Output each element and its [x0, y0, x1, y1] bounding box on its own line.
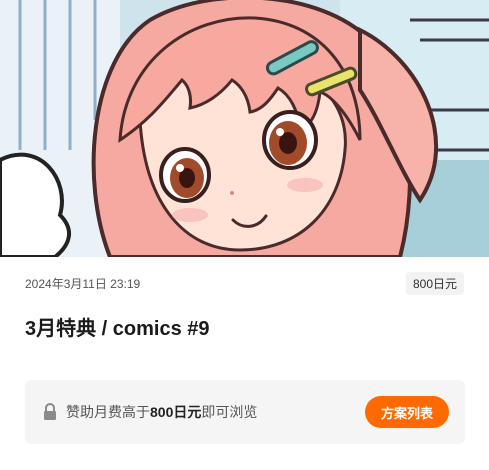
lock-icon	[43, 403, 57, 421]
post-title[interactable]: 3月特典 / comics #9	[25, 312, 210, 341]
post-date: 2024年3月11日 23:19	[25, 276, 141, 291]
paywall-text: 赞助月费高于800日元即可浏览	[66, 402, 365, 422]
post-card: 2024年3月11日 23:19 800日元 3月特典 / comics #9 …	[0, 0, 489, 470]
paywall-text-before: 赞助月费高于	[66, 404, 150, 420]
paywall-text-after: 即可浏览	[201, 404, 258, 420]
price-badge: 800日元	[405, 271, 464, 295]
paywall-amount: 800日元	[150, 404, 202, 420]
paywall-box: 赞助月费高于800日元即可浏览 方案列表	[25, 380, 465, 444]
plan-list-button[interactable]: 方案列表	[364, 396, 449, 428]
cover-image[interactable]	[0, 0, 489, 257]
cover-illustration	[0, 0, 489, 257]
post-meta-row: 2024年3月11日 23:19 800日元	[25, 271, 464, 295]
